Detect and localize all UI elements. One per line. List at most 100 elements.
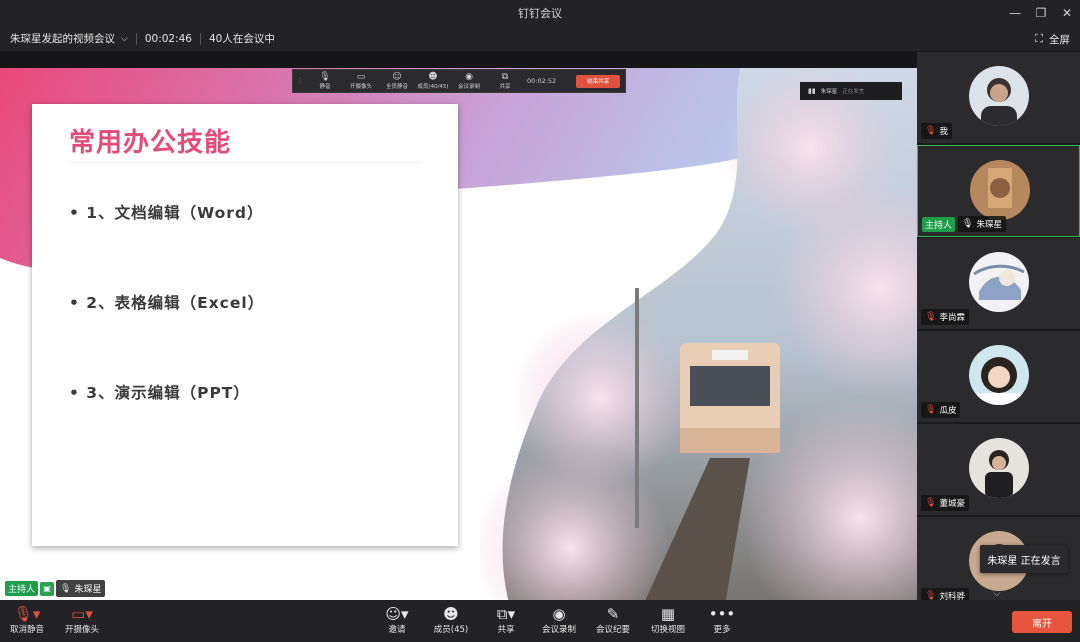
camera-button[interactable]: ▭▾ 开摄像头 <box>55 605 109 635</box>
share-label: 共享 <box>497 625 515 635</box>
presentation-slide: 常用办公技能 • 1、文档编辑（Word） • 2、表格编辑（Excel） • … <box>0 68 917 634</box>
grid-view-icon: ▦ <box>660 605 676 623</box>
restore-button[interactable]: ❐ <box>1028 0 1054 26</box>
avatar <box>969 438 1029 498</box>
mic-muted-icon: 🎙 <box>925 591 937 600</box>
share-timer: 00:02:52 <box>527 77 557 85</box>
fullscreen-label: 全屏 <box>1049 33 1070 46</box>
avatar <box>969 345 1029 405</box>
screen-share-toolbar: ⋮ 🎙 静音 ▭ 开摄像头 ☺ 全员静音 ☻ 成员(40/45) ◉ 会议录制 … <box>292 69 626 93</box>
fullscreen-icon: ⛶ <box>1035 32 1043 45</box>
window-controls: — ❐ ✕ <box>1002 0 1080 26</box>
slide-bullet-1: • 1、文档编辑（Word） <box>69 204 264 222</box>
participant-panel[interactable]: 🎙 我 主持人 🎙 朱琛星 🎙 李尚霖 🎙 瓜皮 🎙 董城豪 🎙 刘科骅 <box>917 52 1080 600</box>
switch-view-button[interactable]: ▦ 切换视图 <box>641 605 695 635</box>
share-mute-button[interactable]: 🎙 静音 <box>307 72 343 90</box>
members-icon: ☻ <box>443 605 459 623</box>
participant-name-tag: 🎙 瓜皮 <box>921 402 961 418</box>
unmute-label: 取消静音 <box>9 625 44 635</box>
speaking-tooltip: 朱琛星 正在发言 <box>980 545 1068 573</box>
participant-name: 我 <box>939 127 948 137</box>
participant-tile[interactable]: 🎙 李尚霖 <box>917 238 1080 330</box>
drag-handle-icon[interactable]: ⋮ <box>293 77 307 85</box>
share-record-label: 会议录制 <box>457 84 480 90</box>
participant-name-tag: 主持人 🎙 朱琛星 <box>922 216 1006 232</box>
minutes-label: 会议纪要 <box>595 625 630 635</box>
stop-share-button[interactable]: 结束共享 <box>576 74 621 88</box>
participant-name-tag: 🎙 董城豪 <box>921 495 969 511</box>
minutes-icon: ✎ <box>606 605 620 623</box>
mic-muted-icon: 🎙 <box>925 405 937 415</box>
participant-name: 董城豪 <box>939 499 965 509</box>
leave-button[interactable]: 离开 <box>1012 611 1072 633</box>
slide-bullet-3: • 3、演示编辑（PPT） <box>69 384 250 402</box>
invite-label: 邀请 <box>388 625 406 635</box>
share-share-label: 共享 <box>499 84 511 90</box>
camera-label: 开摄像头 <box>64 625 99 635</box>
fullscreen-button[interactable]: ⛶ 全屏 <box>1035 26 1070 52</box>
share-mute-all-button[interactable]: ☺ 全员静音 <box>379 72 415 90</box>
screen-share-indicator-icon: ▣ <box>40 581 55 596</box>
share-mute-all-label: 全员静音 <box>385 84 408 90</box>
scroll-down-chevron-icon[interactable]: ⌵ <box>993 588 1001 599</box>
share-record-button[interactable]: ◉ 会议录制 <box>451 72 487 90</box>
more-button[interactable]: ••• 更多 <box>695 605 749 635</box>
divider <box>200 32 201 45</box>
unmute-button[interactable]: 🎙▾ 取消静音 <box>0 605 54 635</box>
audio-level-icon: ▮▮ <box>808 87 816 95</box>
mic-muted-icon: 🎙▾ <box>13 605 41 623</box>
shared-screen-area: 常用办公技能 • 1、文档编辑（Word） • 2、表格编辑（Excel） • … <box>0 52 917 634</box>
minutes-button[interactable]: ✎ 会议纪要 <box>586 605 640 635</box>
divider <box>135 32 137 45</box>
share-camera-button[interactable]: ▭ 开摄像头 <box>343 72 379 90</box>
share-members-button[interactable]: ☻ 成员(40/45) <box>415 72 451 90</box>
members-icon: ☻ <box>428 72 438 82</box>
chevron-down-icon: ⌵ <box>121 33 128 44</box>
speaker-name: 朱琛星 <box>820 89 838 95</box>
share-camera-label: 开摄像头 <box>349 84 372 90</box>
participant-name: 朱琛星 <box>976 220 1002 230</box>
share-button[interactable]: ⧉▾ 共享 <box>479 605 533 635</box>
switch-view-label: 切换视图 <box>650 625 685 635</box>
host-badge: 主持人 <box>922 216 956 232</box>
participant-name: 李尚霖 <box>939 313 965 323</box>
share-members-label: 成员(40/45) <box>417 84 449 90</box>
meeting-toolbar: 🎙▾ 取消静音 ▭▾ 开摄像头 ☺▾ 邀请 ☻ 成员(45) ⧉▾ 共享 ◉ 会… <box>0 600 1080 642</box>
main-host-name-tag: 🎙 朱琛星 <box>56 580 106 597</box>
host-badge: 主持人 <box>5 581 39 596</box>
users-mute-icon: ☺ <box>392 72 402 82</box>
close-button[interactable]: ✕ <box>1054 0 1080 26</box>
microphone-icon: 🎙 <box>962 219 974 229</box>
mic-muted-icon: 🎙 <box>925 312 937 322</box>
participant-tile[interactable]: 🎙 我 <box>917 52 1080 144</box>
record-button[interactable]: ◉ 会议录制 <box>532 605 586 635</box>
more-label: 更多 <box>713 625 731 635</box>
participant-tile-active[interactable]: 主持人 🎙 朱琛星 <box>917 145 1080 237</box>
participant-name: 刘科骅 <box>939 592 965 600</box>
avatar <box>970 160 1030 220</box>
microphone-icon: 🎙 <box>60 583 72 594</box>
invite-button[interactable]: ☺▾ 邀请 <box>370 605 424 635</box>
members-button[interactable]: ☻ 成员(45) <box>424 605 478 635</box>
participant-tile[interactable]: 🎙 董城豪 <box>917 424 1080 516</box>
minimize-button[interactable]: — <box>1002 0 1028 26</box>
record-icon: ◉ <box>465 72 473 82</box>
speaker-status: 正在发言 <box>842 89 865 95</box>
main-host-name: 朱琛星 <box>74 585 102 595</box>
slide-heading: 常用办公技能 <box>69 128 232 158</box>
record-label: 会议录制 <box>541 625 576 635</box>
meeting-title: 朱琛星发起的视频会议 <box>10 33 115 45</box>
window-title: 钉钉会议 <box>518 7 562 20</box>
meeting-title-dropdown[interactable]: 朱琛星发起的视频会议 ⌵ <box>0 31 128 46</box>
participant-tile[interactable]: 🎙 瓜皮 <box>917 331 1080 423</box>
mic-muted-icon: 🎙 <box>925 498 937 508</box>
avatar <box>969 252 1029 312</box>
slide-content-card: 常用办公技能 • 1、文档编辑（Word） • 2、表格编辑（Excel） • … <box>32 104 458 546</box>
record-icon: ◉ <box>552 605 566 623</box>
share-screen-icon: ⧉▾ <box>496 605 516 623</box>
participant-name: 瓜皮 <box>939 406 957 416</box>
share-share-button[interactable]: ⧉ 共享 <box>487 72 523 90</box>
slide-bullet-2: • 2、表格编辑（Excel） <box>69 294 265 312</box>
participant-name-tag: 🎙 刘科骅 <box>921 588 969 600</box>
avatar <box>969 66 1029 126</box>
